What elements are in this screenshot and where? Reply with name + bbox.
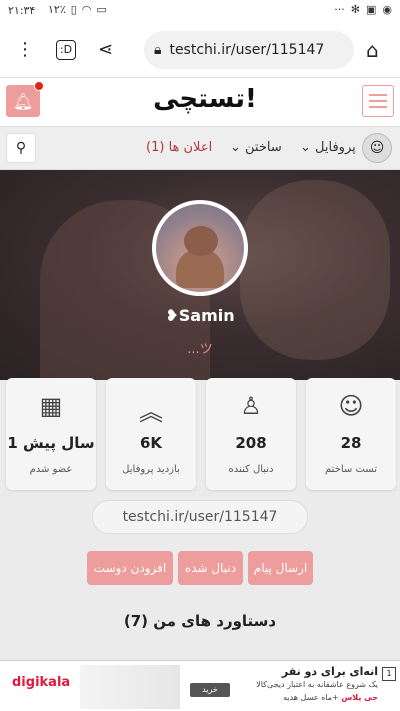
share-icon[interactable]: ⋖ (98, 38, 113, 62)
clock: ۲۱:۳۴ (8, 4, 36, 17)
site-header: 🔔︎ تستچی! (0, 78, 400, 126)
search-icon: ⚲ (15, 140, 27, 156)
stat-label: عضو شدم (29, 464, 73, 475)
profile-banner: ❥Samin ...ツ (0, 170, 400, 380)
calendar-icon: ▦ (39, 392, 63, 420)
profile-avatar-image (156, 204, 244, 292)
more-notifications-icon: ··· (334, 3, 345, 16)
battery-text: ۱۲٪ (48, 3, 66, 16)
url-bar[interactable]: 🔒︎ testchi.ir/user/115147 (144, 31, 354, 69)
status-bar: ۲۱:۳۴ ۱۲٪ ▯ ◠ ▭ ··· ✻ ▣ ◉ (0, 0, 400, 22)
lock-icon: 🔒︎ (154, 42, 162, 58)
nav-notifications[interactable]: اعلان ها (1) (146, 140, 212, 155)
cast-icon: ▭ (96, 3, 107, 16)
heart-icon: ❥ (165, 306, 179, 325)
profile-username: ❥Samin (0, 306, 400, 325)
status-right-icons: ··· ✻ ▣ ◉ (334, 3, 392, 16)
ad-brand: جی پلاس (341, 693, 378, 702)
chevron-down-icon: ⌄ (300, 140, 316, 155)
ad-image (80, 665, 180, 709)
achievements-heading: دستاورد های من (7) (123, 612, 277, 630)
user-avatar[interactable]: ☺ (362, 133, 392, 163)
username-text: Samin (178, 306, 235, 325)
wifi-icon: ◠ (81, 3, 92, 16)
ad-brand-prefix: +ماه عسل هدیه (283, 693, 339, 702)
nav-build-label: ساختن (245, 140, 282, 155)
stat-value: 1 سال پیش (7, 434, 95, 452)
ad-brand-line: جی پلاس +ماه عسل هدیه (283, 693, 378, 702)
status-left-icons: ۱۲٪ ▯ ◠ ▭ (48, 3, 107, 16)
double-chevron-up-icon: ︽ (139, 398, 163, 426)
ad-buy-button[interactable]: خرید (190, 683, 230, 697)
profile-avatar[interactable] (152, 200, 248, 296)
send-message-button[interactable]: ارسال پیام (248, 551, 313, 585)
nav-build[interactable]: ⌄ ساختن (230, 140, 282, 155)
ad-banner[interactable]: digikala خرید انه‌ای برای دو نفر یک شروع… (0, 660, 400, 711)
more-vert-icon[interactable]: ⋮ (16, 38, 34, 62)
smiley-icon: ☺ (338, 392, 364, 420)
stat-card-visits[interactable]: ︽ 6K بازدید پروفایل (106, 378, 196, 490)
following-button[interactable]: دنبال شده (178, 551, 243, 585)
home-icon[interactable]: ⌂ (366, 38, 379, 62)
digikala-logo: digikala (12, 675, 71, 690)
profile-tagline: ...ツ (187, 342, 213, 357)
chat-icon: ◉ (382, 3, 392, 16)
stat-card-member-since[interactable]: ▦ 1 سال پیش عضو شدم (6, 378, 96, 490)
notification-dot (34, 81, 44, 91)
stat-card-tests[interactable]: ☺ 28 تست ساختم (306, 378, 396, 490)
url-text: testchi.ir/user/115147 (169, 42, 325, 58)
tab-switcher-icon[interactable]: :D (56, 40, 76, 60)
site-logo[interactable]: تستچی! (150, 84, 260, 114)
notifications-button[interactable]: 🔔︎ (6, 81, 44, 117)
stat-value: 6K (139, 434, 163, 452)
bell-icon: 🔔︎ (12, 91, 34, 111)
ad-title: انه‌ای برای دو نفر (281, 665, 378, 678)
banner-bear-shape (240, 180, 390, 360)
user-icon: ♙ (240, 392, 262, 420)
search-button[interactable]: ⚲ (6, 133, 36, 163)
profile-url-pill[interactable]: testchi.ir/user/115147 (92, 500, 308, 534)
ad-badge: 1 (382, 667, 396, 681)
battery-icon: ▯ (70, 3, 77, 16)
nav-profile-label: پروفایل (315, 140, 356, 155)
stat-value: 208 (235, 434, 267, 452)
stat-label: دنبال کننده (228, 464, 274, 475)
site-nav: ⚲ اعلان ها (1) ⌄ ساختن ⌄ پروفایل ☺ (0, 126, 400, 170)
stat-card-followers[interactable]: ♙ 208 دنبال کننده (206, 378, 296, 490)
app-icon: ▣ (365, 3, 377, 16)
nav-profile[interactable]: ⌄ پروفایل (300, 140, 356, 155)
chevron-down-icon: ⌄ (230, 140, 246, 155)
menu-button[interactable] (362, 85, 394, 117)
stat-label: بازدید پروفایل (122, 464, 180, 475)
settings-icon: ✻ (350, 3, 360, 16)
stat-value: 28 (340, 434, 362, 452)
ad-subtitle: یک شروع عاشقانه به اعتبار دیجی‌کالا (256, 680, 378, 689)
stat-label: تست ساختم (325, 464, 377, 475)
browser-toolbar: ⋮ :D ⋖ 🔒︎ testchi.ir/user/115147 ⌂ (0, 22, 400, 78)
add-friend-button[interactable]: افزودن دوست (87, 551, 173, 585)
